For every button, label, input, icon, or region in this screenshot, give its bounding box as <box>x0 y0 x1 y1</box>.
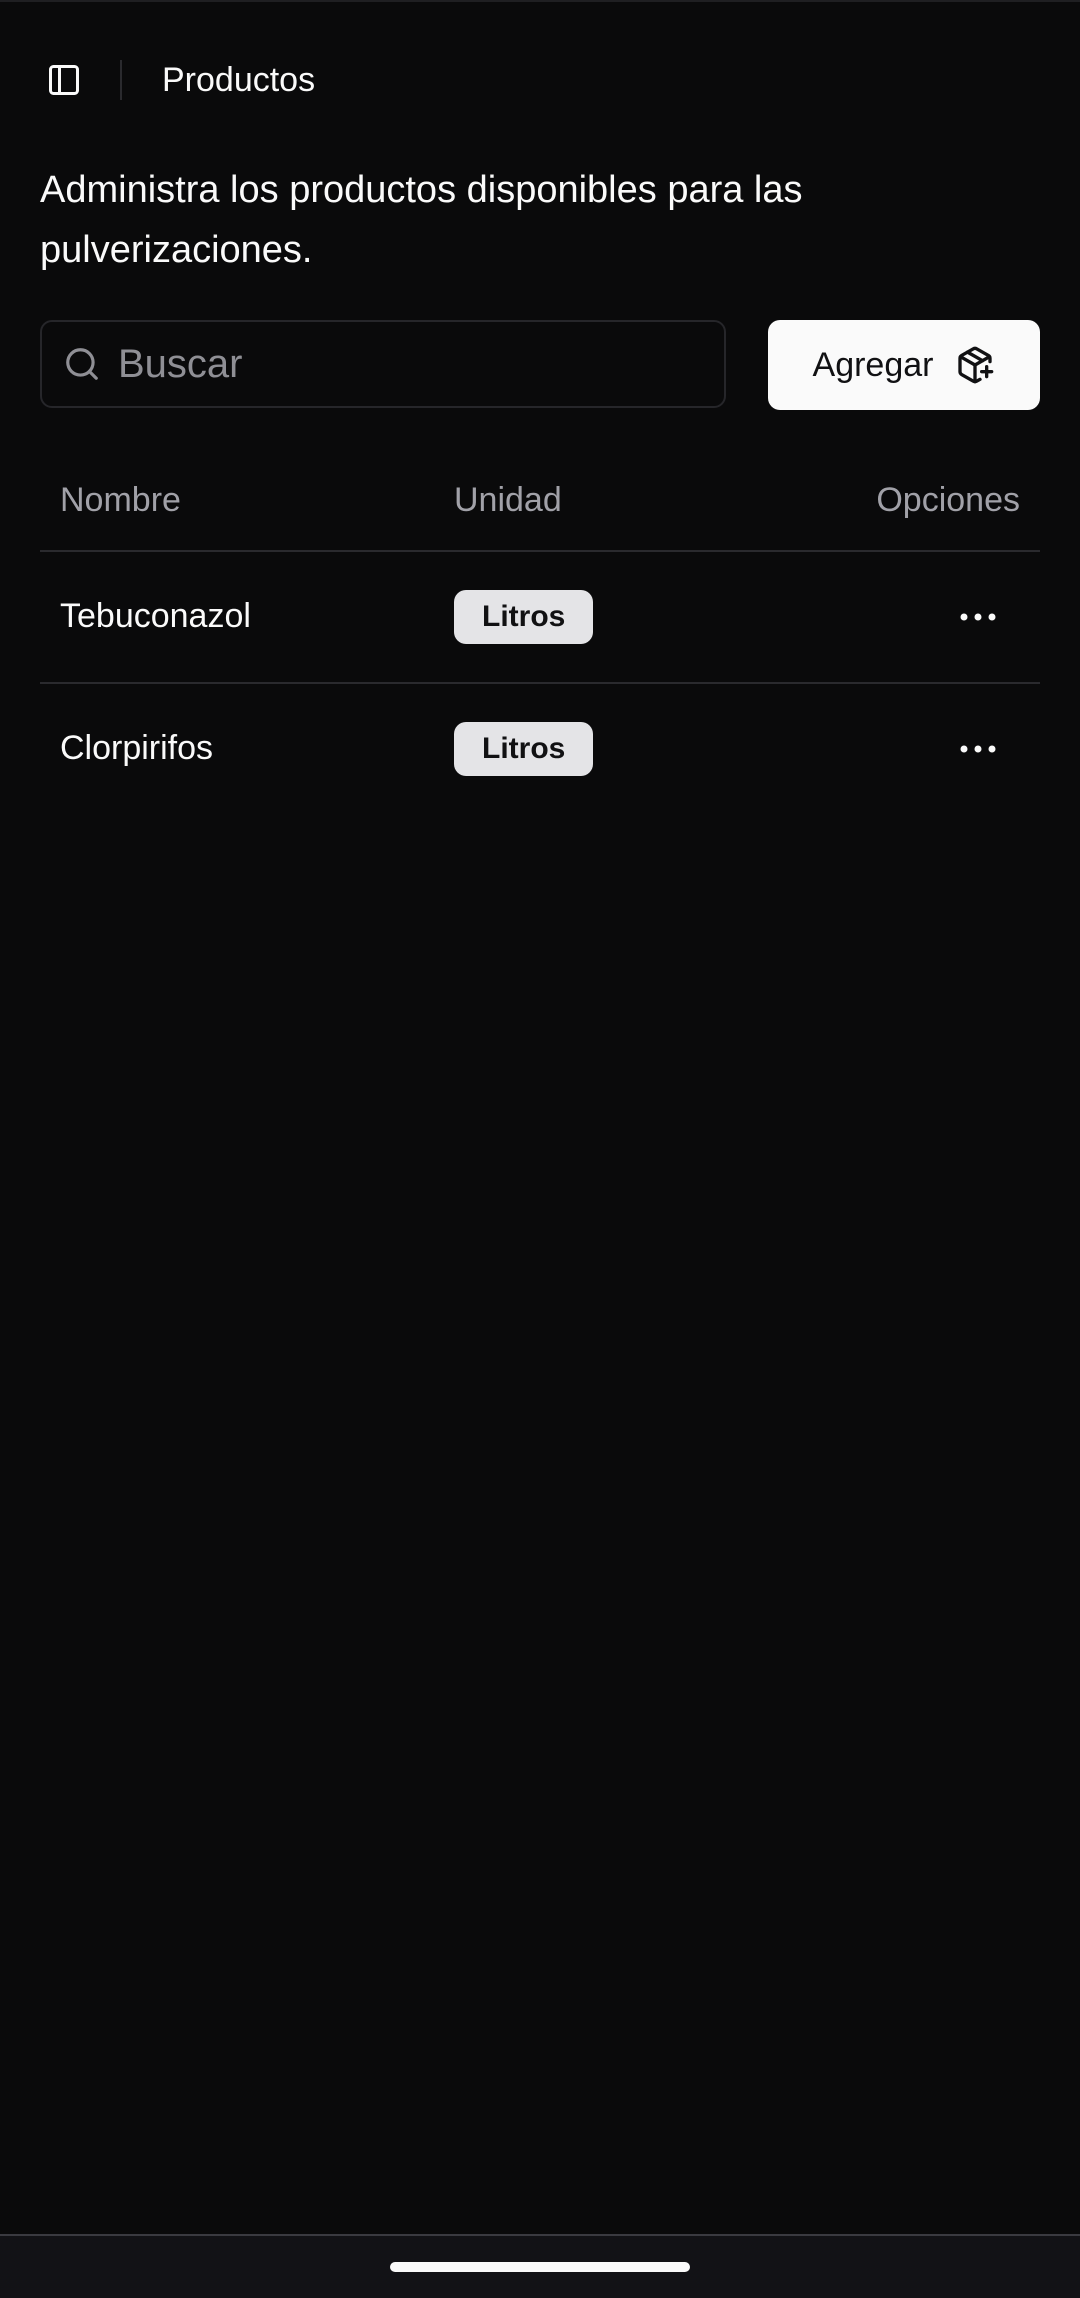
table-row: Clorpirifos Litros <box>40 684 1040 814</box>
unit-badge: Litros <box>454 722 594 776</box>
row-options-button[interactable] <box>950 724 1006 774</box>
column-header-unidad: Unidad <box>454 481 562 519</box>
system-navigation-bar <box>0 2234 1080 2298</box>
page-title: Productos <box>162 61 316 99</box>
search-input[interactable] <box>116 340 680 388</box>
table-row: Tebuconazol Litros <box>40 552 1040 684</box>
sidebar-toggle-button[interactable] <box>44 60 84 100</box>
search-icon <box>62 344 102 384</box>
table-header: Nombre Unidad Opciones <box>40 450 1040 552</box>
sidebar-panel-icon <box>49 65 79 95</box>
page-header: Productos <box>0 40 1080 120</box>
column-header-nombre: Nombre <box>60 481 181 519</box>
column-header-opciones: Opciones <box>876 481 1020 519</box>
product-name: Clorpirifos <box>60 729 214 767</box>
row-options-button[interactable] <box>950 592 1006 642</box>
more-horizontal-icon <box>960 613 996 621</box>
add-button-label: Agregar <box>812 345 934 384</box>
header-divider <box>120 60 122 100</box>
products-table: Nombre Unidad Opciones Tebuconazol Litro… <box>40 450 1040 814</box>
page-description: Administra los productos disponibles par… <box>40 169 803 271</box>
product-name: Tebuconazol <box>60 597 251 635</box>
home-indicator[interactable] <box>390 2262 690 2272</box>
add-product-button[interactable]: Agregar <box>768 320 1040 410</box>
package-plus-icon <box>958 346 994 384</box>
search-field[interactable] <box>40 320 726 408</box>
top-edge-line <box>0 0 1080 2</box>
unit-badge: Litros <box>454 590 594 644</box>
more-horizontal-icon <box>960 745 996 753</box>
